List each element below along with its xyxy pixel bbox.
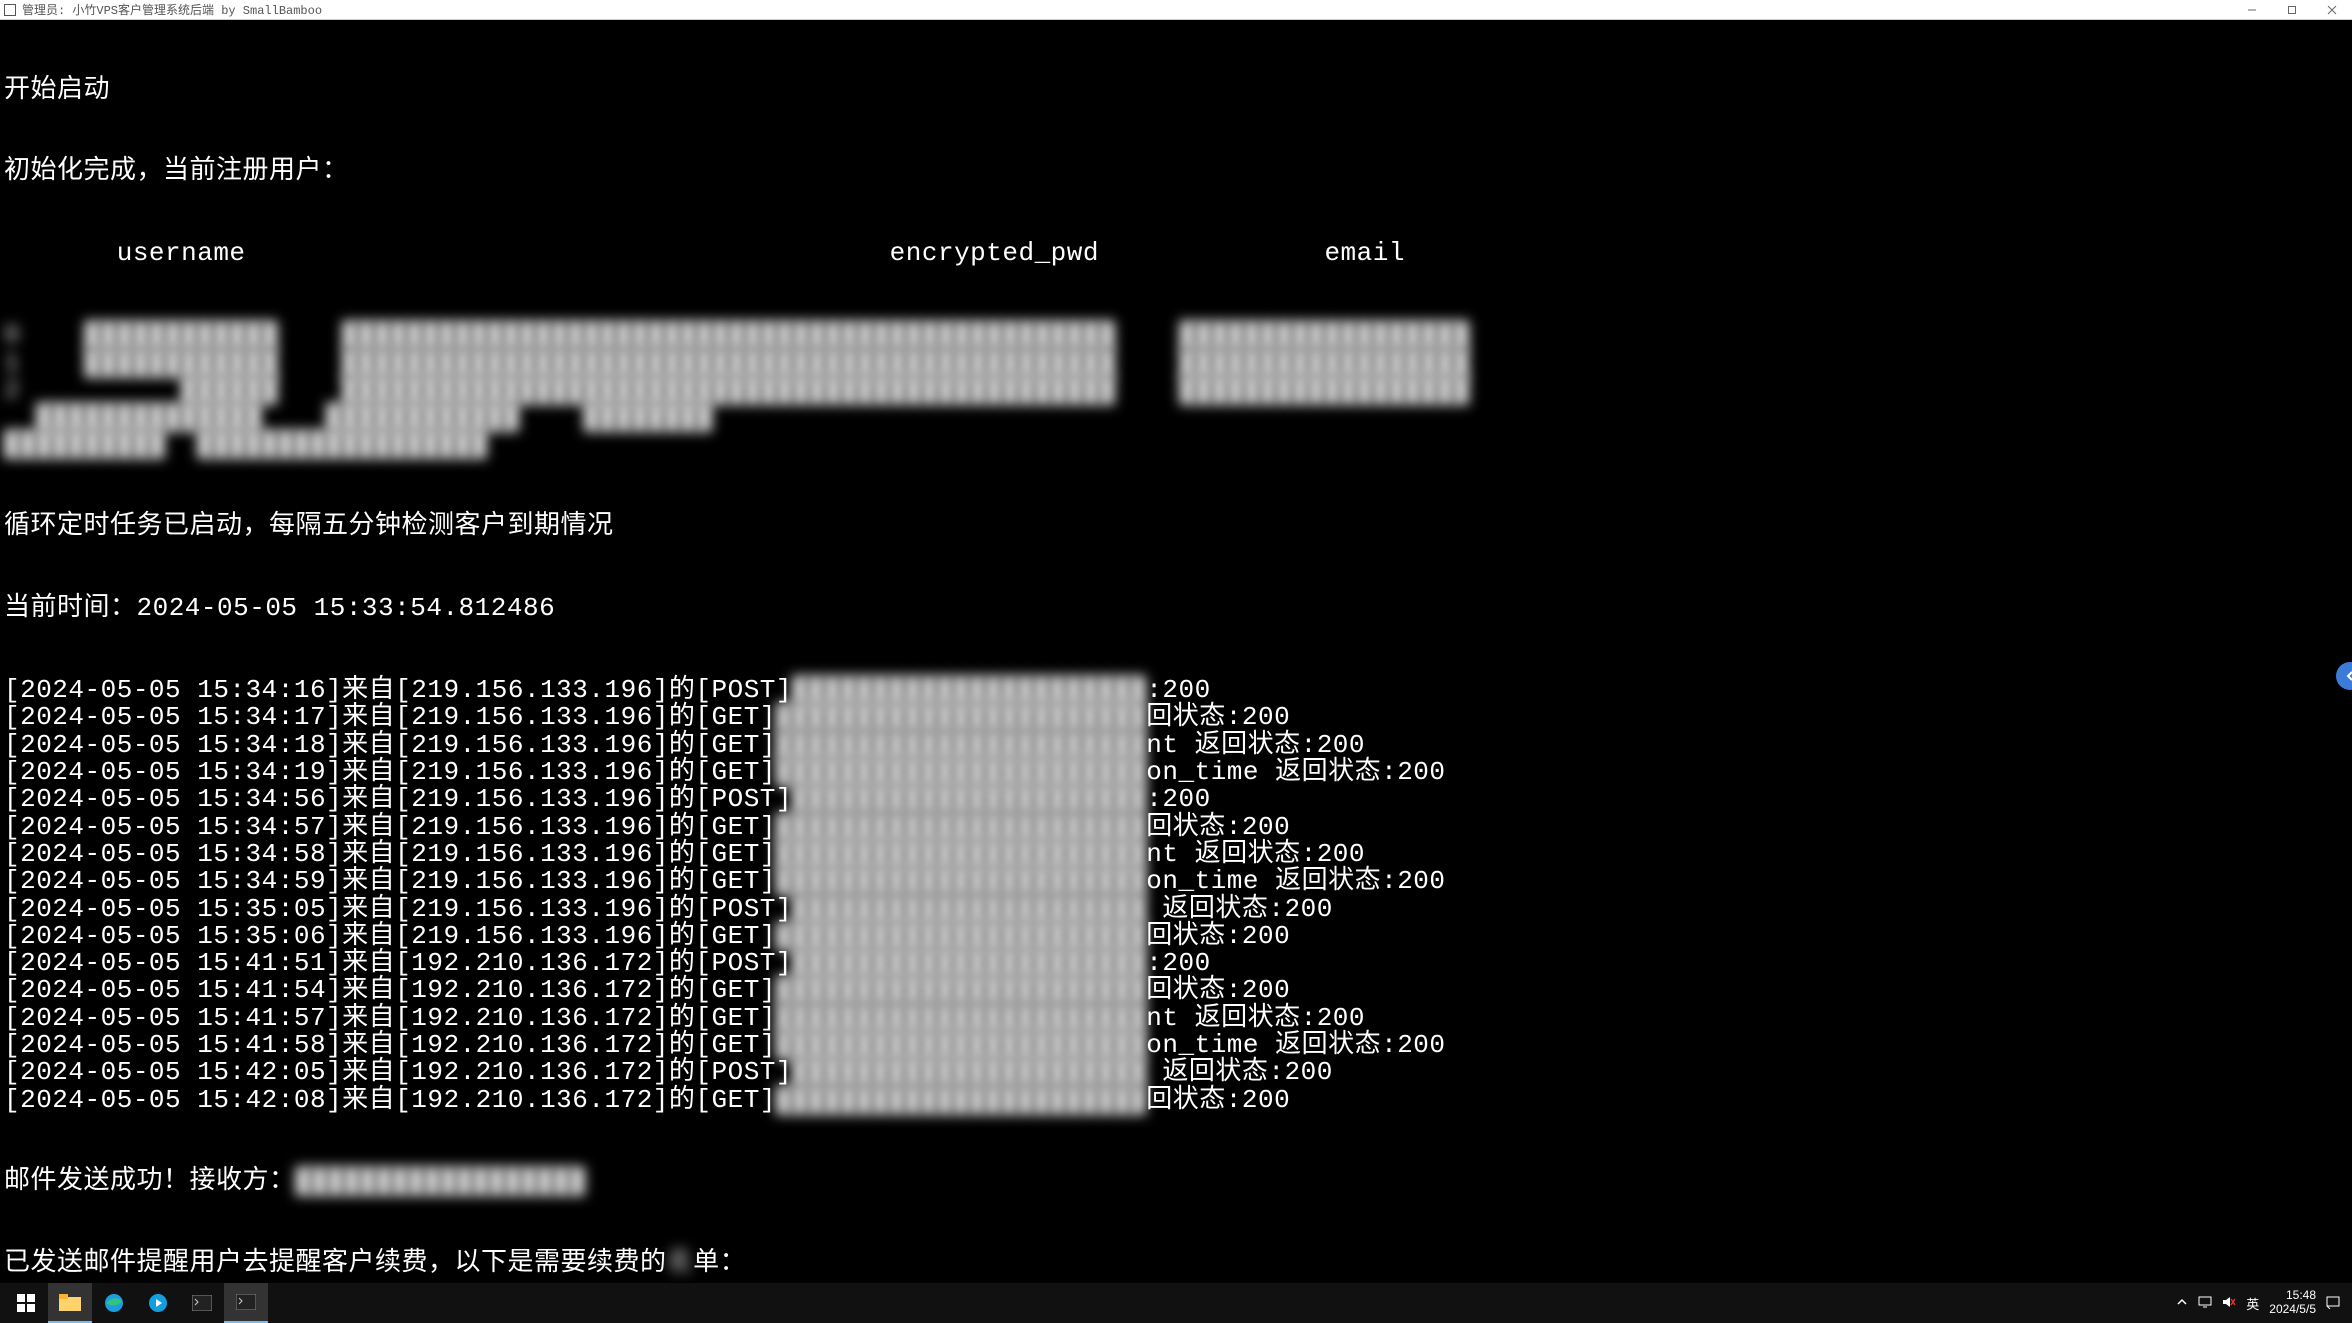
request-log-line: [2024-05-05 15:41:51]来自[192.210.136.172]… xyxy=(4,950,2348,977)
terminal-line: 初始化完成，当前注册用户： xyxy=(4,158,2348,185)
request-log-rows: [2024-05-05 15:34:16]来自[219.156.133.196]… xyxy=(4,677,2348,1114)
close-button[interactable] xyxy=(2312,0,2352,20)
terminal-line: 循环定时任务已启动，每隔五分钟检测客户到期情况 xyxy=(4,513,2348,540)
taskbar-edge-browser[interactable] xyxy=(92,1283,136,1323)
renewal-notice-line: 已发送邮件提醒用户去提醒客户续费，以下是需要续费的名单： xyxy=(4,1250,2348,1277)
taskbar-terminal-1[interactable] xyxy=(180,1283,224,1323)
request-log-line: [2024-05-05 15:42:05]来自[192.210.136.172]… xyxy=(4,1059,2348,1086)
terminal-output[interactable]: 开始启动 初始化完成，当前注册用户： username encrypted_pw… xyxy=(0,20,2352,1283)
request-log-line: [2024-05-05 15:34:16]来自[219.156.133.196]… xyxy=(4,677,2348,704)
tray-time: 15:48 xyxy=(2269,1289,2316,1303)
request-log-line: [2024-05-05 15:35:05]来自[219.156.133.196]… xyxy=(4,896,2348,923)
taskbar: 英 15:48 2024/5/5 xyxy=(0,1283,2352,1323)
request-log-line: [2024-05-05 15:34:19]来自[219.156.133.196]… xyxy=(4,759,2348,786)
user-rows-blurred: 0 ████████████ █████████████████████████… xyxy=(4,322,2348,458)
minimize-button[interactable] xyxy=(2232,0,2272,20)
tray-volume-muted-icon[interactable] xyxy=(2222,1296,2236,1311)
taskbar-app-blue[interactable] xyxy=(136,1283,180,1323)
user-row-blurred: ██████████████ ████████████ ████████ xyxy=(4,404,2348,431)
terminal-line: 当前时间：2024-05-05 15:33:54.812486 xyxy=(4,595,2348,622)
app-icon xyxy=(4,4,16,16)
user-row-blurred: 1 ████████████ █████████████████████████… xyxy=(4,350,2348,377)
window-titlebar: 管理员: 小竹VPS客户管理系统后端 by SmallBamboo xyxy=(0,0,2352,20)
user-row-blurred: ██████████ ██████████████████ xyxy=(4,431,2348,458)
tray-chevron-up-icon[interactable] xyxy=(2176,1296,2188,1311)
tray-date: 2024/5/5 xyxy=(2269,1303,2316,1317)
tray-clock[interactable]: 15:48 2024/5/5 xyxy=(2269,1289,2316,1317)
user-row-blurred: 0 ████████████ █████████████████████████… xyxy=(4,322,2348,349)
tray-notifications-icon[interactable] xyxy=(2326,1295,2340,1312)
col-encrypted-pwd: encrypted_pwd xyxy=(890,240,1099,267)
maximize-button[interactable] xyxy=(2272,0,2312,20)
terminal-line: 开始启动 xyxy=(4,77,2348,104)
request-log-line: [2024-05-05 15:34:56]来自[219.156.133.196]… xyxy=(4,786,2348,813)
window-title: 管理员: 小竹VPS客户管理系统后端 by SmallBamboo xyxy=(22,1,322,18)
request-log-line: [2024-05-05 15:41:54]来自[192.210.136.172]… xyxy=(4,977,2348,1004)
tray-display-icon[interactable] xyxy=(2198,1296,2212,1311)
user-row-blurred: 2 ██████ ███████████████████████████████… xyxy=(4,377,2348,404)
request-log-line: [2024-05-05 15:41:57]来自[192.210.136.172]… xyxy=(4,1005,2348,1032)
request-log-line: [2024-05-05 15:34:59]来自[219.156.133.196]… xyxy=(4,868,2348,895)
col-email: email xyxy=(1324,240,1405,267)
taskbar-file-explorer[interactable] xyxy=(48,1283,92,1323)
request-log-line: [2024-05-05 15:34:17]来自[219.156.133.196]… xyxy=(4,704,2348,731)
taskbar-terminal-2[interactable] xyxy=(224,1283,268,1323)
request-log-line: [2024-05-05 15:34:58]来自[219.156.133.196]… xyxy=(4,841,2348,868)
start-button[interactable] xyxy=(4,1283,48,1323)
tray-ime-indicator[interactable]: 英 xyxy=(2246,1294,2259,1313)
col-username: username xyxy=(117,240,246,267)
table-header-row: username encrypted_pwd email xyxy=(4,240,2348,267)
mail-success-line: 邮件发送成功！接收方：██████████████████ xyxy=(4,1168,2348,1195)
request-log-line: [2024-05-05 15:34:18]来自[219.156.133.196]… xyxy=(4,732,2348,759)
request-log-line: [2024-05-05 15:41:58]来自[192.210.136.172]… xyxy=(4,1032,2348,1059)
request-log-line: [2024-05-05 15:42:08]来自[192.210.136.172]… xyxy=(4,1087,2348,1114)
request-log-line: [2024-05-05 15:34:57]来自[219.156.133.196]… xyxy=(4,814,2348,841)
system-tray: 英 15:48 2024/5/5 xyxy=(2176,1289,2348,1317)
request-log-line: [2024-05-05 15:35:06]来自[219.156.133.196]… xyxy=(4,923,2348,950)
